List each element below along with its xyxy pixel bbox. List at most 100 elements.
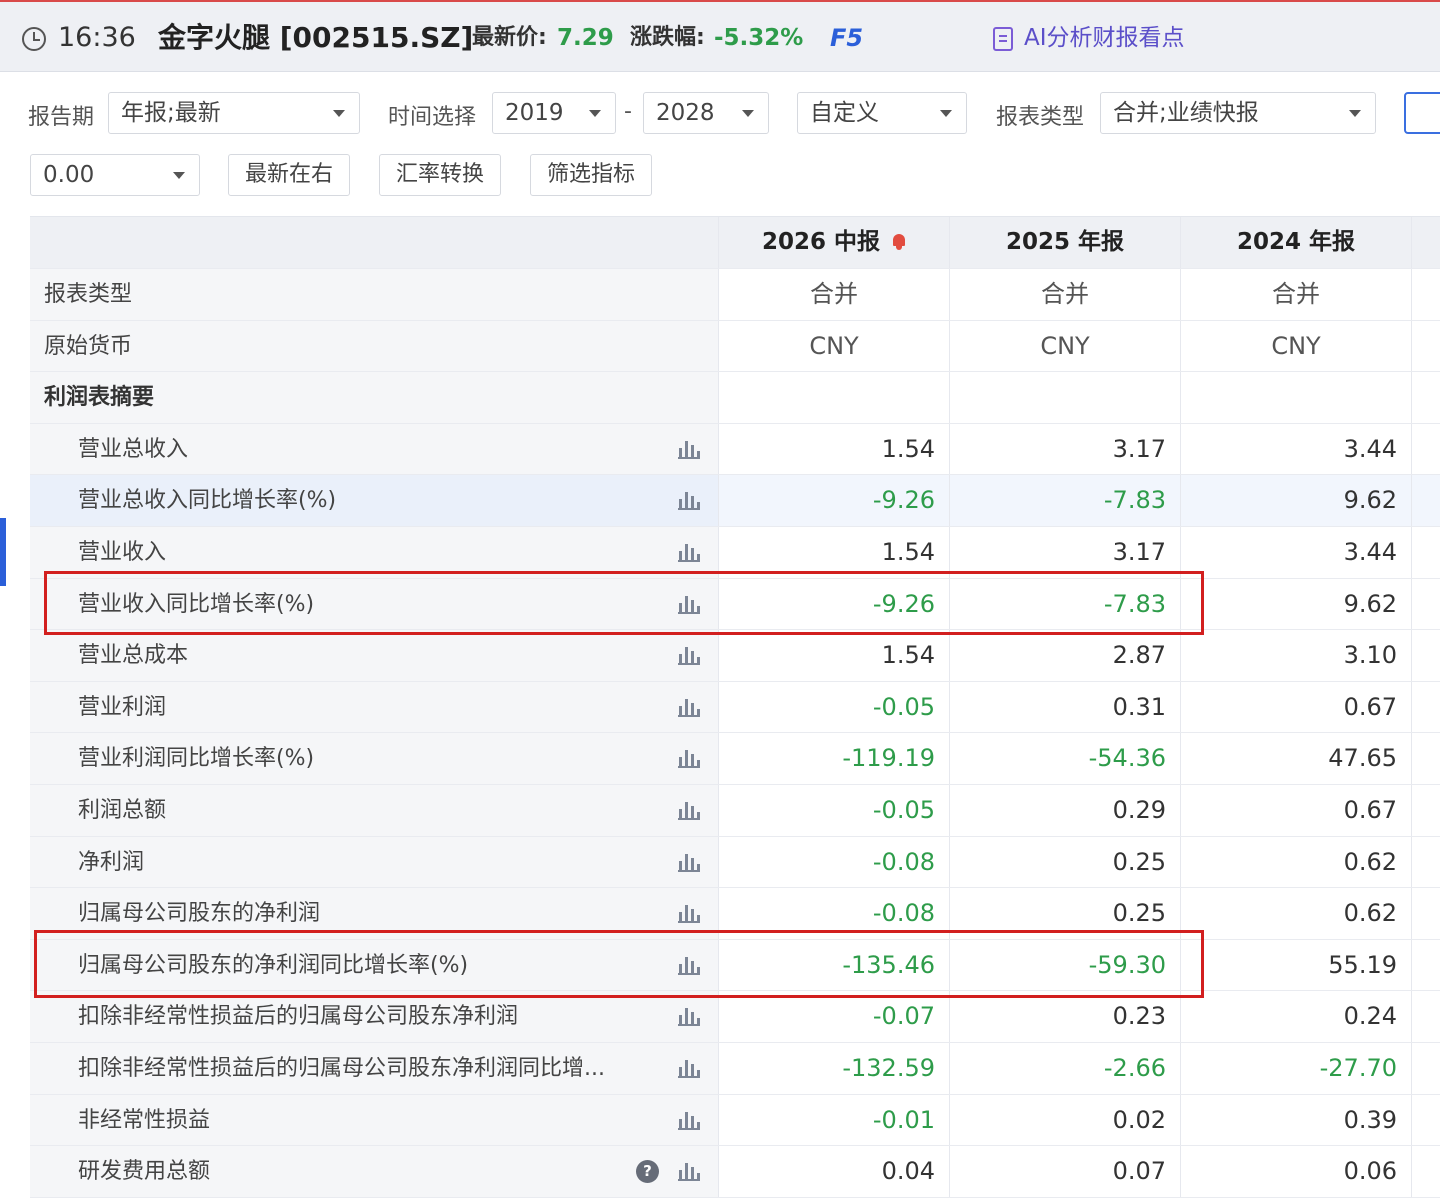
- bar-chart-icon[interactable]: [678, 1058, 700, 1078]
- table-row[interactable]: 扣除非经常性损益后的归属母公司股东净利润同比增... -132.59 -2.66 -2…: [30, 1043, 1440, 1095]
- table-cell: 0.23: [949, 991, 1180, 1042]
- table-cell: -132.59: [718, 1043, 949, 1094]
- custom-range-select[interactable]: 自定义: [797, 92, 967, 134]
- bar-chart-icon[interactable]: [678, 1110, 700, 1130]
- report-type-label: 报表类型: [996, 105, 1085, 130]
- table-cell: 合并: [1180, 269, 1411, 320]
- table-cell: 9.62: [1180, 475, 1411, 526]
- bar-chart-icon[interactable]: [678, 1161, 700, 1182]
- row-label: 利润总额: [78, 798, 167, 823]
- currency-convert-button[interactable]: 汇率转换: [379, 154, 501, 196]
- bell-icon[interactable]: [892, 234, 906, 250]
- row-label: 扣除非经常性损益后的归属母公司股东净利润: [78, 1004, 519, 1030]
- table-cell: 0.02: [949, 1094, 1180, 1146]
- ai-analysis-link[interactable]: AI分析财报看点: [1024, 2, 1185, 74]
- row-label: 营业利润: [78, 694, 167, 720]
- report-type-select[interactable]: 合并;业绩快报: [1100, 92, 1376, 134]
- bar-chart-icon[interactable]: [678, 542, 700, 562]
- column-header-label: 2024 年报: [1236, 229, 1356, 255]
- table-cell: 0.31: [949, 681, 1180, 733]
- table-cell: -135.46: [718, 939, 949, 991]
- table-cell: -2.66: [949, 1043, 1180, 1094]
- table-row[interactable]: 报表类型 合并 合并 合并: [30, 269, 1440, 321]
- filter-metrics-button[interactable]: 筛选指标: [530, 154, 652, 196]
- table-cell: CNY: [718, 320, 949, 372]
- more-button[interactable]: [1404, 92, 1440, 134]
- row-label: 原始货币: [44, 333, 133, 359]
- row-label: 报表类型: [44, 282, 133, 307]
- table-row[interactable]: 营业收入 1.54 3.17 3.44: [30, 527, 1440, 579]
- table-row[interactable]: 营业总收入同比增长率(%) -9.26 -7.83 9.62: [30, 475, 1440, 527]
- table-cell: -54.36: [949, 733, 1180, 784]
- table-cell: 0.39: [1180, 1094, 1411, 1146]
- latest-right-button[interactable]: 最新在右: [228, 154, 350, 196]
- table-row[interactable]: 利润总额 -0.05 0.29 0.67: [30, 785, 1440, 837]
- table-cell: -0.08: [718, 888, 949, 939]
- column-header[interactable]: 2024 年报: [1180, 217, 1411, 268]
- bar-chart-icon[interactable]: [678, 697, 700, 717]
- table-row[interactable]: 营业总收入 1.54 3.17 3.44: [30, 423, 1440, 476]
- table-cell: 0.29: [949, 785, 1180, 836]
- bar-chart-icon[interactable]: [678, 439, 700, 459]
- table-row[interactable]: 营业收入同比增长率(%) -9.26 -7.83 9.62: [30, 578, 1440, 631]
- table-cell: 3.44: [1180, 527, 1411, 578]
- report-period-label: 报告期: [28, 105, 95, 130]
- table-cell: 0.06: [1180, 1146, 1411, 1197]
- row-name-cell: 营业利润同比增长率(%): [30, 733, 718, 784]
- report-period-value: 年报;最新: [121, 100, 221, 126]
- table-row[interactable]: 净利润 -0.08 0.25 0.62: [30, 836, 1440, 889]
- bar-chart-icon[interactable]: [678, 955, 700, 975]
- year-from-select[interactable]: 2019: [492, 92, 616, 134]
- table-cell: -7.83: [949, 475, 1180, 526]
- bar-chart-icon[interactable]: [678, 645, 700, 666]
- column-header[interactable]: 2025 年报: [949, 217, 1180, 268]
- bar-chart-icon[interactable]: [678, 903, 700, 924]
- table-row[interactable]: 营业利润同比增长率(%) -119.19 -54.36 47.65: [30, 733, 1440, 785]
- table-cell-overflow: [1411, 578, 1440, 630]
- table-cell-overflow: [1411, 630, 1440, 681]
- table-row[interactable]: 营业总成本 1.54 2.87 3.10: [30, 630, 1440, 682]
- table-cell: 0.04: [718, 1146, 949, 1197]
- change-label: 涨跌幅:: [630, 25, 705, 50]
- table-row[interactable]: 扣除非经常性损益后的归属母公司股东净利润 -0.07 0.23 0.24: [30, 991, 1440, 1043]
- ai-report-icon[interactable]: [993, 27, 1013, 51]
- bar-chart-icon[interactable]: [678, 490, 700, 511]
- section-row[interactable]: 利润表摘要: [30, 372, 1440, 424]
- table-cell: -0.05: [718, 785, 949, 836]
- table-row[interactable]: 原始货币 CNY CNY CNY: [30, 320, 1440, 373]
- bar-chart-icon[interactable]: [678, 1006, 700, 1027]
- table-row[interactable]: 营业利润 -0.05 0.31 0.67: [30, 681, 1440, 734]
- table-row[interactable]: 研发费用总额? 0.04 0.07 0.06: [30, 1146, 1440, 1198]
- table-cell: 9.62: [1180, 578, 1411, 630]
- row-name-cell: 归属母公司股东的净利润: [30, 888, 718, 939]
- table-row[interactable]: 归属母公司股东的净利润 -0.08 0.25 0.62: [30, 888, 1440, 940]
- table-cell-overflow: [1411, 475, 1440, 526]
- time-label: 16:36: [58, 22, 136, 53]
- table-cell: 47.65: [1180, 733, 1411, 784]
- table-row[interactable]: 非经常性损益 -0.01 0.02 0.39: [30, 1094, 1440, 1147]
- table-cell: 3.10: [1180, 630, 1411, 681]
- year-separator: -: [624, 99, 632, 124]
- precision-select[interactable]: 0.00: [30, 154, 200, 196]
- table-header-row: 2026 中报 2025 年报 2024 年报: [30, 217, 1440, 269]
- table-cell: 55.19: [1180, 939, 1411, 991]
- help-icon[interactable]: ?: [636, 1160, 659, 1184]
- table-row[interactable]: 归属母公司股东的净利润同比增长率(%) -135.46 -59.30 55.19: [30, 939, 1440, 992]
- row-name-cell: 营业总收入同比增长率(%): [30, 475, 718, 526]
- bar-chart-icon[interactable]: [678, 800, 700, 820]
- refresh-key[interactable]: F5: [830, 2, 863, 74]
- chevron-down-icon: [940, 110, 952, 117]
- table-cell-overflow: [1411, 1043, 1440, 1094]
- table-cell: 0.62: [1180, 888, 1411, 939]
- column-header[interactable]: 2026 中报: [718, 217, 949, 268]
- table-cell: 1.54: [718, 527, 949, 578]
- bar-chart-icon[interactable]: [678, 748, 700, 769]
- year-to-select[interactable]: 2028: [643, 92, 769, 134]
- time-select-label: 时间选择: [388, 105, 477, 130]
- row-name-cell: 研发费用总额?: [30, 1146, 718, 1197]
- bar-chart-icon[interactable]: [678, 594, 700, 614]
- report-period-select[interactable]: 年报;最新: [108, 92, 360, 134]
- row-name-cell: 原始货币: [30, 320, 718, 372]
- bar-chart-icon[interactable]: [678, 852, 700, 872]
- row-label: 净利润: [78, 849, 145, 875]
